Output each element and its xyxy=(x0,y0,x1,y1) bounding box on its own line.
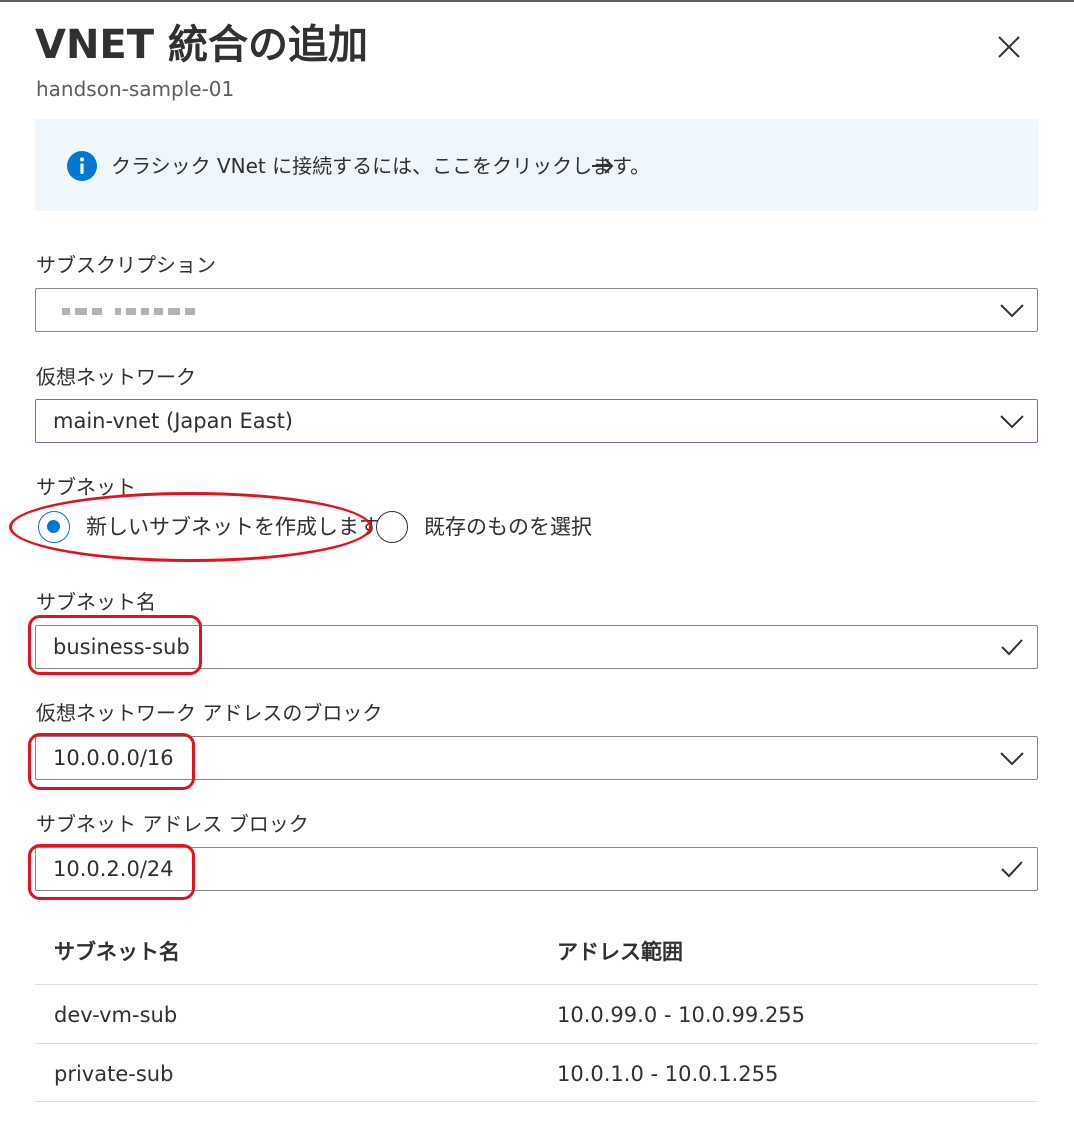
subnet-name-label: サブネット名 xyxy=(36,590,156,614)
subscription-dropdown[interactable] xyxy=(35,288,1038,332)
table-header-subnet-name: サブネット名 xyxy=(54,940,180,964)
virtual-network-value: main-vnet (Japan East) xyxy=(53,409,293,433)
table-divider xyxy=(35,1101,1038,1102)
info-icon xyxy=(67,151,97,181)
table-divider xyxy=(35,984,1038,985)
radio-create-new-subnet[interactable] xyxy=(38,511,70,543)
radio-select-existing[interactable] xyxy=(376,511,408,543)
virtual-network-label: 仮想ネットワーク xyxy=(36,365,196,389)
chevron-down-icon xyxy=(1000,415,1024,429)
info-message-bar[interactable]: クラシック VNet に接続するには、ここをクリックします。 xyxy=(35,119,1038,211)
subnet-label: サブネット xyxy=(36,475,136,499)
chevron-down-icon xyxy=(1000,304,1024,318)
subnet-address-block-input[interactable]: 10.0.2.0/24 xyxy=(35,847,1038,891)
subscription-label: サブスクリプション xyxy=(36,253,216,277)
panel-subtitle: handson-sample-01 xyxy=(36,77,235,101)
table-cell-address-range: 10.0.99.0 - 10.0.99.255 xyxy=(557,1003,806,1027)
table-divider xyxy=(35,1043,1038,1044)
subnet-address-block-label: サブネット アドレス ブロック xyxy=(36,812,309,836)
close-button[interactable] xyxy=(990,28,1028,66)
vnet-address-block-label: 仮想ネットワーク アドレスのブロック xyxy=(36,701,383,725)
table-cell-subnet-name: private-sub xyxy=(54,1062,174,1086)
table-cell-address-range: 10.0.1.0 - 10.0.1.255 xyxy=(557,1062,779,1086)
subnet-name-value: business-sub xyxy=(53,635,190,659)
subnet-address-block-value: 10.0.2.0/24 xyxy=(53,857,174,881)
vnet-address-block-dropdown[interactable]: 10.0.0.0/16 xyxy=(35,736,1038,780)
table-header-address-range: アドレス範囲 xyxy=(557,940,683,964)
close-icon xyxy=(998,36,1020,58)
arrow-right-icon[interactable] xyxy=(590,155,616,177)
radio-select-existing-label[interactable]: 既存のものを選択 xyxy=(424,513,592,541)
subscription-value-redacted xyxy=(62,308,195,315)
info-message-text[interactable]: クラシック VNet に接続するには、ここをクリックします。 xyxy=(111,152,650,180)
checkmark-icon xyxy=(1001,639,1023,656)
radio-create-new-subnet-label[interactable]: 新しいサブネットを作成します xyxy=(86,513,380,541)
subnet-name-input[interactable]: business-sub xyxy=(35,625,1038,669)
checkmark-icon xyxy=(1001,861,1023,878)
panel-title: VNET 統合の追加 xyxy=(35,22,368,68)
table-cell-subnet-name: dev-vm-sub xyxy=(54,1003,178,1027)
virtual-network-dropdown[interactable]: main-vnet (Japan East) xyxy=(35,399,1038,443)
chevron-down-icon xyxy=(1000,752,1024,766)
panel-top-border xyxy=(0,0,1074,2)
vnet-address-block-value: 10.0.0.0/16 xyxy=(53,746,174,770)
